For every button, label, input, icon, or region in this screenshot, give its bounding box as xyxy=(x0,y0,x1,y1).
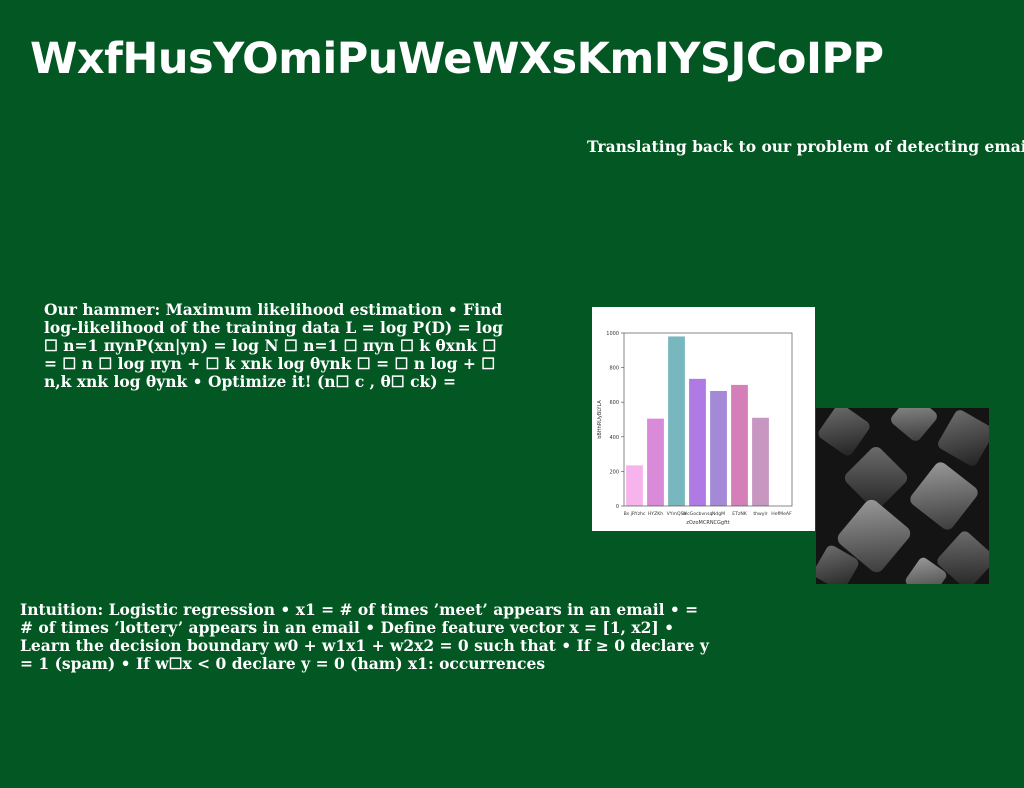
x-tick-label: HYZKh xyxy=(648,511,663,517)
y-tick-label: 1000 xyxy=(606,331,619,337)
paragraph-logistic-regression: Intuition: Logistic regression • x1 = # … xyxy=(20,600,709,673)
y-tick-label: 0 xyxy=(616,504,619,510)
bar xyxy=(626,465,643,506)
bar-chart: 0 200 400 600 800 1000 Bs jRYzhc HYZKh VYmQSa WcG… xyxy=(592,307,815,531)
bar xyxy=(731,384,748,506)
bar xyxy=(647,418,664,506)
abstract-cubes-graphic xyxy=(816,408,989,584)
slide-title: WxfHusYOmiPuWeWXsKmIYSJCoIPP xyxy=(30,34,884,84)
y-tick-label: 200 xyxy=(609,469,619,475)
paragraph-mle: Our hammer: Maximum likelihood estimatio… xyxy=(44,300,504,391)
bar xyxy=(710,390,727,506)
paragraph-ham-spam: Translating back to our problem of detec… xyxy=(587,138,1024,156)
y-tick-label: 600 xyxy=(609,400,619,406)
bar-chart-svg: 02004006008001000Bs jRYzhc HYZKh VYmQSaWcG… xyxy=(597,331,793,526)
x-tick-label: thwylr xyxy=(753,511,767,517)
x-tick-label: ETzNK xyxy=(732,511,748,517)
x-tick-label: NdgM xyxy=(712,511,725,517)
y-axis-label: bBHhRUyBLYLA xyxy=(597,400,603,439)
abstract-cubes-image xyxy=(816,408,989,584)
x-axis-label: zOzoMCRNCGgftt xyxy=(686,520,729,526)
bar xyxy=(689,378,706,506)
x-tick-label: HefMeAF xyxy=(771,511,792,517)
y-tick-label: 800 xyxy=(609,366,619,372)
bar xyxy=(668,336,685,506)
y-tick-label: 400 xyxy=(609,435,619,441)
x-tick-label: Bs jRYzhc xyxy=(624,511,646,517)
bar xyxy=(752,417,769,506)
x-tick-label: WcGocbvnsq xyxy=(683,511,713,517)
